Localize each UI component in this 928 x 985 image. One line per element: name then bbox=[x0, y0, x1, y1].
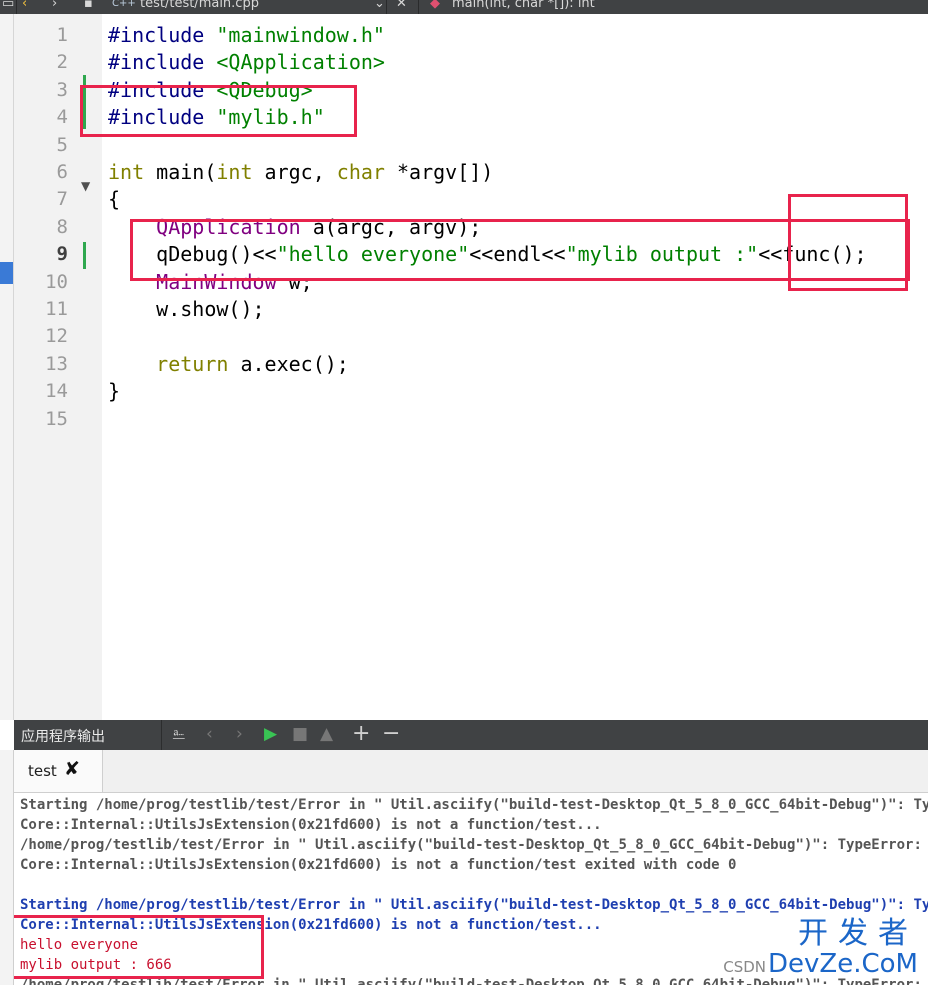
line-number: 10 bbox=[45, 270, 68, 293]
code-token: argc, bbox=[252, 160, 337, 184]
change-marker bbox=[83, 242, 86, 269]
tab-label: test bbox=[28, 762, 57, 780]
output-line: /home/prog/testlib/test/Error in " Util.… bbox=[20, 837, 922, 853]
code-editor[interactable]: #include "mainwindow.h" #include <QApplic… bbox=[80, 14, 928, 720]
cpp-file-icon: C++ bbox=[112, 0, 136, 9]
code-line[interactable]: } bbox=[108, 378, 120, 405]
output-line: Starting /home/prog/testlib/test/Error i… bbox=[20, 797, 928, 813]
sidebar-indicator bbox=[0, 262, 13, 284]
code-line[interactable]: #include <QApplication> bbox=[108, 49, 385, 76]
close-file-button[interactable]: ✕ bbox=[396, 0, 407, 12]
highlight-box-func bbox=[788, 194, 908, 291]
code-line[interactable]: #include "mainwindow.h" bbox=[108, 22, 385, 49]
line-number: 11 bbox=[45, 298, 68, 320]
line-number: 14 bbox=[45, 380, 68, 403]
output-pane-title: 应用程序输出 bbox=[21, 729, 105, 745]
line-number: 9 bbox=[56, 243, 68, 266]
code-token: #include bbox=[108, 23, 217, 47]
split-icon[interactable]: ▭ bbox=[2, 0, 14, 12]
highlight-box-output bbox=[14, 915, 264, 979]
code-token: int bbox=[216, 160, 253, 184]
fold-arrow-icon[interactable]: ▼ bbox=[81, 179, 90, 193]
code-line[interactable]: w.show(); bbox=[108, 296, 265, 323]
output-line: Core::Internal::UtilsJsExtension(0x21fd6… bbox=[20, 817, 602, 833]
forward-arrow-icon[interactable]: › bbox=[52, 0, 57, 12]
prev-icon[interactable]: ‹ bbox=[206, 723, 213, 745]
code-token: w.show(); bbox=[108, 297, 265, 321]
code-line[interactable]: { bbox=[108, 186, 120, 213]
run-icon[interactable]: ▶ bbox=[264, 723, 277, 745]
attach-icon[interactable]: ⎁ bbox=[172, 723, 186, 745]
code-token: return bbox=[156, 351, 229, 376]
file-path[interactable]: test/test/main.cpp bbox=[140, 0, 259, 12]
lock-icon: ▪ bbox=[84, 0, 93, 11]
line-number: 2 bbox=[56, 51, 68, 74]
line-number: 5 bbox=[56, 133, 68, 156]
output-line: Core::Internal::UtilsJsExtension(0x21fd6… bbox=[20, 857, 737, 873]
code-token: } bbox=[108, 379, 121, 404]
code-token: "mainwindow.h" bbox=[216, 23, 385, 47]
next-icon[interactable]: › bbox=[236, 723, 243, 745]
line-number: 8 bbox=[56, 215, 68, 238]
output-pane-toolbar: 应用程序输出 ⎁ ‹ › ▶ ■ ▲ + − bbox=[14, 720, 928, 750]
tab-test[interactable]: test ✘ bbox=[14, 750, 103, 792]
back-arrow-icon[interactable]: ‹ bbox=[22, 0, 27, 12]
line-number: 3 bbox=[56, 78, 68, 101]
code-line[interactable]: return a.exec(); bbox=[108, 351, 349, 378]
attach-debugger-icon[interactable]: ▲ bbox=[320, 723, 333, 745]
code-token: main( bbox=[144, 160, 217, 184]
left-sidebar-strip bbox=[0, 14, 14, 720]
code-token: <QApplication> bbox=[216, 50, 385, 75]
code-token: int bbox=[108, 160, 145, 184]
function-symbol-icon: ◆ bbox=[430, 0, 440, 11]
code-token: *argv[]) bbox=[384, 160, 494, 184]
highlight-box-includes bbox=[80, 85, 357, 137]
function-symbol-selector[interactable]: main(int, char *[]): int bbox=[452, 0, 595, 12]
code-line[interactable]: int main(int argc, char *argv[]) bbox=[108, 159, 493, 186]
code-token: #include bbox=[108, 50, 217, 75]
code-token: a.exec(); bbox=[228, 351, 349, 376]
line-number: 13 bbox=[45, 352, 68, 375]
close-tab-icon[interactable]: ✘ bbox=[64, 758, 80, 780]
editor-toolbar: ▭ ‹ › ▪ C++ test/test/main.cpp ⌄ ✕ ◆ mai… bbox=[0, 0, 928, 14]
application-output[interactable]: Starting /home/prog/testlib/test/Error i… bbox=[14, 793, 928, 985]
code-token: { bbox=[108, 187, 121, 212]
file-dropdown-icon[interactable]: ⌄ bbox=[374, 0, 385, 12]
output-tab-row: test ✘ bbox=[14, 750, 928, 793]
line-number: 12 bbox=[45, 325, 68, 348]
line-number: 7 bbox=[56, 188, 68, 211]
output-line: Starting /home/prog/testlib/test/Error i… bbox=[20, 897, 928, 913]
stop-icon[interactable]: ■ bbox=[292, 723, 308, 745]
left-sidebar-strip-lower bbox=[0, 750, 14, 985]
line-number: 1 bbox=[56, 24, 68, 46]
zoom-in-icon[interactable]: + bbox=[352, 723, 370, 745]
code-token: char bbox=[336, 160, 385, 184]
line-number: 4 bbox=[56, 106, 68, 129]
zoom-out-icon[interactable]: − bbox=[382, 723, 400, 745]
line-number: 15 bbox=[45, 407, 68, 430]
line-number: 6 bbox=[56, 161, 68, 183]
